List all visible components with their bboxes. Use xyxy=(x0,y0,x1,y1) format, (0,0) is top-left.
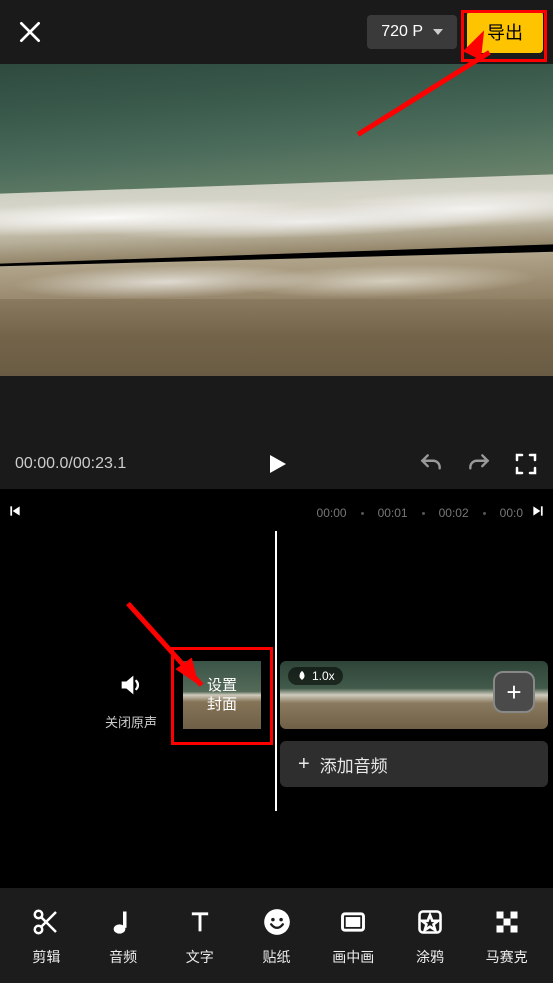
plus-icon: + xyxy=(298,753,310,776)
close-icon xyxy=(17,19,43,45)
add-clip-button[interactable]: + xyxy=(493,671,535,713)
add-audio-label: 添加音频 xyxy=(320,752,388,777)
timecode: 00:00.0/00:23.1 xyxy=(15,455,126,473)
rocket-icon xyxy=(296,670,308,682)
timeline: 00:00 00:01 00:02 00:0 关闭原声 设置 封面 1.0x xyxy=(0,495,553,811)
play-button[interactable] xyxy=(265,450,289,478)
redo-icon xyxy=(466,451,492,477)
plus-icon: + xyxy=(506,677,521,708)
music-note-icon xyxy=(109,908,137,936)
playback-controls: 00:00.0/00:23.1 xyxy=(0,439,553,489)
resolution-label: 720 P xyxy=(381,23,423,41)
undo-button[interactable] xyxy=(418,451,444,477)
tool-label: 涂鸦 xyxy=(416,947,444,967)
undo-icon xyxy=(418,451,444,477)
mute-original-button[interactable] xyxy=(105,671,157,704)
tool-edit[interactable]: 剪辑 xyxy=(8,905,85,967)
star-icon xyxy=(416,908,444,936)
tool-label: 剪辑 xyxy=(32,947,60,967)
cover-label: 设置 xyxy=(207,676,237,696)
fullscreen-button[interactable] xyxy=(514,452,538,476)
cover-label: 封面 xyxy=(207,695,237,715)
export-label: 导出 xyxy=(487,23,523,43)
tool-mosaic[interactable]: 马赛克 xyxy=(468,905,545,967)
tool-label: 文字 xyxy=(186,947,214,967)
chevron-down-icon xyxy=(433,29,443,35)
resolution-select[interactable]: 720 P xyxy=(367,15,457,49)
bottom-toolbar: 剪辑 音频 文字 贴纸 画中画 涂鸦 马赛克 xyxy=(0,888,553,983)
tool-doodle[interactable]: 涂鸦 xyxy=(392,905,469,967)
tool-label: 音频 xyxy=(109,947,137,967)
tool-label: 画中画 xyxy=(332,947,374,967)
fullscreen-icon xyxy=(514,452,538,476)
smile-icon xyxy=(263,908,291,936)
add-audio-button[interactable]: + 添加音频 xyxy=(280,741,548,787)
pip-icon xyxy=(339,908,367,936)
tool-label: 贴纸 xyxy=(263,947,291,967)
redo-button[interactable] xyxy=(466,451,492,477)
tool-pip[interactable]: 画中画 xyxy=(315,905,392,967)
play-icon xyxy=(265,450,289,478)
speaker-icon xyxy=(117,671,145,699)
tool-text[interactable]: 文字 xyxy=(161,905,238,967)
playhead[interactable] xyxy=(275,531,277,811)
scissors-icon xyxy=(31,907,61,937)
text-icon xyxy=(186,908,214,936)
mosaic-icon xyxy=(493,908,521,936)
tool-sticker[interactable]: 贴纸 xyxy=(238,905,315,967)
mute-label: 关闭原声 xyxy=(105,712,157,731)
tool-audio[interactable]: 音频 xyxy=(85,905,162,967)
video-preview[interactable] xyxy=(0,64,553,376)
speed-badge: 1.0x xyxy=(288,667,343,685)
close-button[interactable] xyxy=(10,12,50,52)
time-ruler: 00:00 00:01 00:02 00:0 xyxy=(0,506,553,520)
tool-label: 马赛克 xyxy=(486,947,528,967)
